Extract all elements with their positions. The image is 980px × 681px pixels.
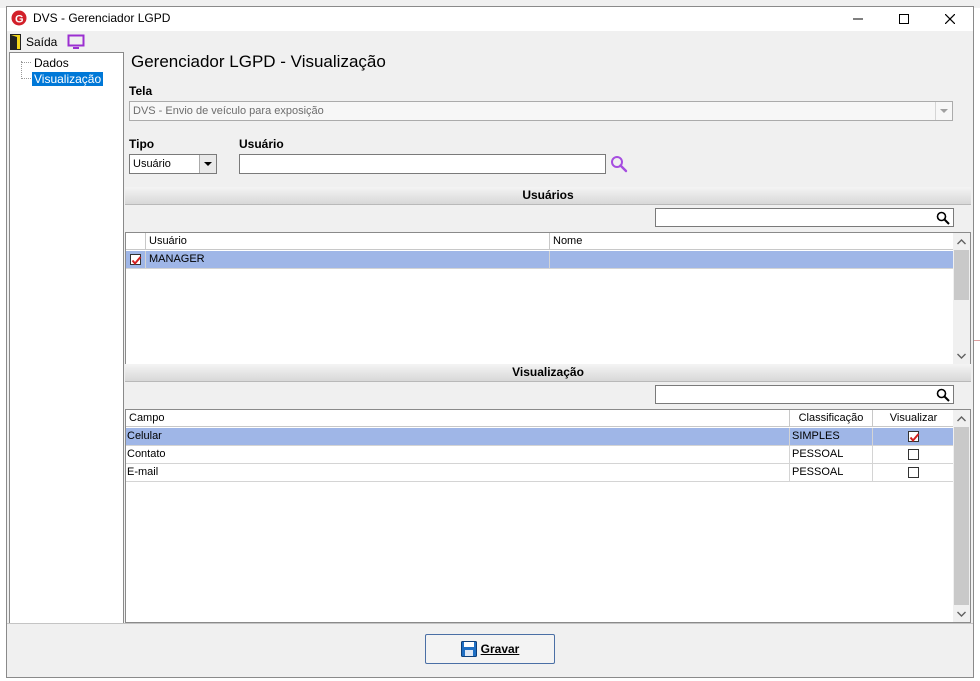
- checkmark-icon: [909, 433, 920, 443]
- window-title: DVS - Gerenciador LGPD: [33, 11, 171, 25]
- tipo-select[interactable]: Usuário: [129, 154, 217, 174]
- visualizacao-scrollbar[interactable]: [953, 410, 970, 622]
- save-button[interactable]: Gravar: [425, 634, 555, 664]
- column-header-classificacao[interactable]: Classificação: [790, 410, 873, 427]
- tree-connector: [21, 61, 22, 77]
- tipo-select-value: Usuário: [133, 158, 171, 170]
- visualizar-checkbox[interactable]: [908, 449, 919, 460]
- column-header-campo[interactable]: Campo: [126, 410, 790, 427]
- scroll-thumb[interactable]: [954, 427, 969, 605]
- search-icon[interactable]: [936, 388, 950, 402]
- cell-classificacao: SIMPLES: [790, 428, 873, 445]
- cell-visualizar[interactable]: [873, 428, 955, 445]
- toolbar: Saída: [7, 31, 973, 53]
- column-header-nome[interactable]: Nome: [550, 233, 955, 250]
- usuario-field[interactable]: [239, 154, 606, 174]
- usuarios-grid: Usuário Nome MANAGER: [125, 232, 971, 365]
- scroll-up-button[interactable]: [953, 410, 970, 427]
- tela-select: DVS - Envio de veículo para exposição: [129, 101, 953, 121]
- scroll-up-button[interactable]: [953, 233, 970, 250]
- maximize-icon: [899, 14, 909, 24]
- row-checkbox[interactable]: [130, 254, 142, 266]
- search-icon[interactable]: [936, 211, 950, 225]
- cell-usuario: MANAGER: [146, 251, 550, 268]
- footer-divider: [7, 623, 973, 624]
- tela-select-value: DVS - Envio de veículo para exposição: [133, 105, 324, 117]
- usuarios-grid-header: Usuário Nome: [126, 233, 955, 250]
- scroll-down-button[interactable]: [953, 605, 970, 622]
- monitor-icon[interactable]: [67, 34, 85, 50]
- visualizacao-grid-header: Campo Classificação Visualizar: [126, 410, 955, 427]
- row-check-cell[interactable]: [126, 251, 146, 268]
- tree-item-dados[interactable]: Dados: [32, 56, 71, 70]
- chevron-down-icon: [940, 109, 948, 113]
- chevron-down-icon: [204, 162, 212, 166]
- checkmark-icon: [131, 256, 142, 266]
- exit-label: Saída: [26, 35, 58, 49]
- close-icon: [945, 14, 955, 24]
- tree-item-visualizacao[interactable]: Visualização: [32, 72, 104, 86]
- app-logo-icon: G: [11, 10, 27, 26]
- save-label: Gravar: [480, 642, 520, 656]
- chevron-up-icon: [957, 239, 966, 245]
- usuarios-scrollbar[interactable]: [953, 233, 970, 364]
- chevron-down-icon: [957, 353, 966, 359]
- maximize-button[interactable]: [881, 7, 927, 31]
- tela-dropdown-button: [935, 102, 952, 120]
- tela-label: Tela: [129, 84, 153, 98]
- close-button[interactable]: [927, 7, 973, 31]
- minimize-button[interactable]: [835, 7, 881, 31]
- minimize-icon: [853, 18, 863, 20]
- visualizar-checkbox[interactable]: [908, 467, 919, 478]
- svg-text:G: G: [15, 14, 24, 26]
- visualizacao-search-input[interactable]: [655, 385, 954, 404]
- cell-campo: Celular: [126, 428, 790, 445]
- cell-nome: [550, 251, 955, 268]
- cell-campo: Contato: [126, 446, 790, 463]
- visualizacao-grid: Campo Classificação Visualizar Celular S…: [125, 409, 971, 623]
- usuarios-section-header: Usuários: [125, 187, 971, 205]
- table-row[interactable]: MANAGER: [126, 251, 955, 269]
- table-row[interactable]: Contato PESSOAL: [126, 446, 955, 464]
- visualizar-checkbox[interactable]: [908, 431, 920, 443]
- usuario-label: Usuário: [239, 137, 284, 151]
- tree-connector: [21, 78, 31, 79]
- exit-button[interactable]: Saída: [10, 33, 57, 51]
- tipo-dropdown-button[interactable]: [199, 155, 216, 173]
- visualizacao-section-header: Visualização: [125, 364, 971, 382]
- cell-visualizar[interactable]: [873, 446, 955, 463]
- table-row[interactable]: Celular SIMPLES: [126, 428, 955, 446]
- scroll-down-button[interactable]: [953, 347, 970, 364]
- exit-door-icon: [10, 34, 21, 50]
- floppy-disk-icon: [460, 641, 477, 657]
- column-header-usuario[interactable]: Usuário: [146, 233, 550, 250]
- cell-classificacao: PESSOAL: [790, 464, 873, 481]
- tipo-label: Tipo: [129, 137, 155, 151]
- check-column-header[interactable]: [126, 233, 146, 250]
- chevron-up-icon: [957, 416, 966, 422]
- column-header-visualizar[interactable]: Visualizar: [873, 410, 955, 427]
- usuarios-search-input[interactable]: [655, 208, 954, 227]
- cell-classificacao: PESSOAL: [790, 446, 873, 463]
- main-window: G DVS - Gerenciador LGPD Saída Dados Vis…: [6, 6, 974, 678]
- chevron-down-icon: [957, 611, 966, 617]
- cell-visualizar[interactable]: [873, 464, 955, 481]
- page-title: Gerenciador LGPD - Visualização: [131, 52, 386, 71]
- navigation-tree: Dados Visualização: [9, 52, 124, 624]
- search-icon[interactable]: [610, 155, 628, 173]
- title-bar[interactable]: G DVS - Gerenciador LGPD: [7, 7, 973, 31]
- table-row[interactable]: E-mail PESSOAL: [126, 464, 955, 482]
- cell-campo: E-mail: [126, 464, 790, 481]
- scroll-thumb[interactable]: [954, 250, 969, 300]
- tree-connector: [21, 62, 31, 63]
